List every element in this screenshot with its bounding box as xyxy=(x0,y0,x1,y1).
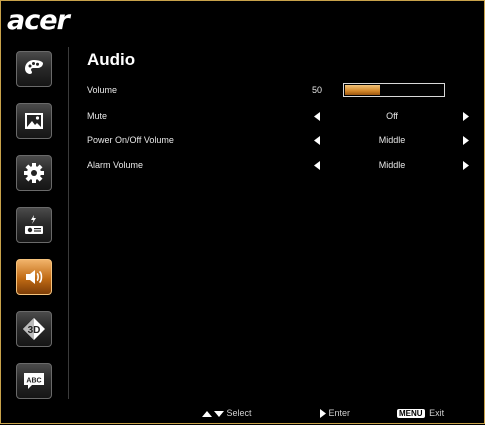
sidebar-item-language[interactable]: ABC xyxy=(16,363,52,399)
setting-value: Middle xyxy=(378,160,406,170)
sidebar: 3D ABC xyxy=(1,1,67,425)
arrow-right-icon[interactable] xyxy=(463,136,469,145)
setting-label: Volume xyxy=(87,85,118,95)
arrow-right-icon[interactable] xyxy=(463,161,469,170)
3d-icon: 3D xyxy=(23,318,45,340)
abc-icon-label: ABC xyxy=(26,378,41,385)
3d-icon-label: 3D xyxy=(28,325,41,336)
sidebar-item-3d[interactable]: 3D xyxy=(16,311,52,347)
page-title: Audio xyxy=(87,50,136,69)
setting-label: Alarm Volume xyxy=(87,160,144,170)
osd-window: acer 3D ABC Audio Volume 50 Mute Off Pow… xyxy=(0,0,485,424)
sidebar-item-image[interactable] xyxy=(16,103,52,139)
up-down-arrows-icon xyxy=(202,410,224,417)
volume-value: 50 xyxy=(312,85,323,95)
setting-row-power-volume[interactable]: Power On/Off Volume Middle xyxy=(87,135,472,149)
volume-slider[interactable] xyxy=(343,83,445,97)
speaker-icon xyxy=(26,270,43,284)
setting-row-volume[interactable]: Volume 50 xyxy=(87,83,467,99)
volume-slider-fill xyxy=(345,85,380,95)
picture-icon xyxy=(25,113,43,129)
setting-row-mute[interactable]: Mute Off xyxy=(87,111,472,125)
hint-exit-label: Exit xyxy=(429,408,445,418)
arrow-left-icon[interactable] xyxy=(314,136,320,145)
hint-select: Select xyxy=(202,408,252,418)
footer-hints: Select Enter MENU Exit xyxy=(1,403,485,425)
power-source-icon xyxy=(25,215,43,234)
arrow-left-icon[interactable] xyxy=(314,161,320,170)
sidebar-item-management[interactable] xyxy=(16,207,52,243)
setting-value: Middle xyxy=(378,135,406,145)
setting-label: Power On/Off Volume xyxy=(87,135,174,145)
hint-enter-label: Enter xyxy=(328,408,351,418)
sidebar-divider xyxy=(68,47,69,399)
gear-icon xyxy=(24,163,44,183)
sidebar-item-setting[interactable] xyxy=(16,155,52,191)
arrow-right-icon xyxy=(320,409,326,419)
palette-icon xyxy=(25,60,43,74)
hint-exit: MENU Exit xyxy=(397,408,444,418)
sidebar-item-audio[interactable] xyxy=(16,259,52,295)
menu-key: MENU xyxy=(397,409,425,418)
sidebar-item-color[interactable] xyxy=(16,51,52,87)
abc-speech-icon: ABC xyxy=(24,373,44,389)
hint-enter: Enter xyxy=(320,408,351,419)
hint-select-label: Select xyxy=(226,408,252,418)
arrow-left-icon[interactable] xyxy=(314,112,320,121)
setting-value: Off xyxy=(386,111,398,121)
setting-label: Mute xyxy=(87,111,108,121)
setting-row-alarm-volume[interactable]: Alarm Volume Middle xyxy=(87,160,472,174)
arrow-right-icon[interactable] xyxy=(463,112,469,121)
